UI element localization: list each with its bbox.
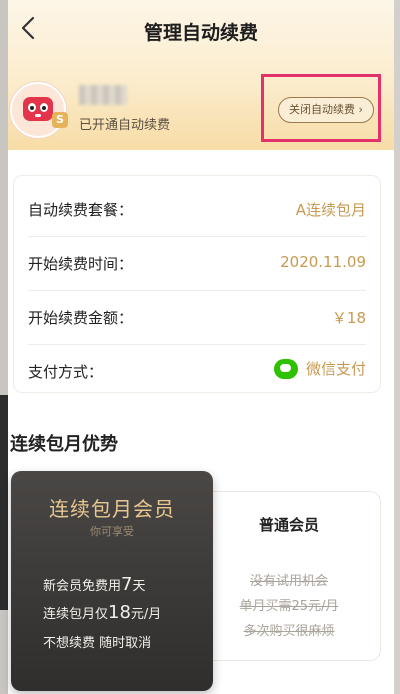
plan-value: A连续包月 [295,201,366,219]
right-edge-frame [394,0,400,694]
avatar [10,82,66,138]
normal-member-item: 多次购买很麻烦 [243,624,335,639]
cancel-auto-renew-button[interactable]: 关闭自动续费 › [278,97,374,123]
left-edge-frame [0,0,8,694]
amount-label: 开始续费金额： [28,309,134,327]
detail-row-plan: 自动续费套餐： A连续包月 [28,182,366,237]
start-date-label: 开始续费时间： [28,255,134,273]
vip-badge-icon: S [52,112,68,128]
plan-label: 自动续费套餐： [28,201,134,219]
detail-row-start-date: 开始续费时间： 2020.11.09 [28,236,366,291]
left-edge-dark-strip [0,395,8,610]
continuous-monthly-vip-card: 连续包月会员 你可享受 新会员免费用7天 连续包月仅18元/月 不想续费 随时取… [11,471,213,691]
vip-benefit-price: 连续包月仅18元/月 [43,602,162,623]
subscription-status: 已开通自动续费 [79,118,171,133]
detail-row-amount: 开始续费金额： ￥18 [28,290,366,345]
payment-value: 微信支付 [305,360,366,378]
wechat-pay-icon [273,358,298,379]
normal-member-title: 普通会员 [258,516,319,534]
payment-label: 支付方式： [28,363,104,381]
vip-card-subtitle: 你可享受 [90,525,134,538]
subscription-details-card: 自动续费套餐： A连续包月 开始续费时间： 2020.11.09 开始续费金额：… [14,176,380,392]
normal-member-item: 单月买需25元/月 [239,599,339,614]
vip-card-title: 连续包月会员 [49,497,175,521]
advantages-section-title: 连续包月优势 [10,434,118,455]
username-blurred [79,85,127,105]
amount-value: ￥18 [331,309,366,327]
mascot-face-icon [23,97,53,121]
vip-benefit-free-trial: 新会员免费用7天 [43,574,146,595]
normal-member-card: 普通会员 没有试用机会 单月买需25元/月 多次购买很麻烦 [198,492,380,660]
payment-method: 微信支付 [273,358,366,379]
start-date-value: 2020.11.09 [280,253,366,271]
detail-row-payment: 支付方式： 微信支付 [28,344,366,398]
normal-member-item: 没有试用机会 [249,574,328,589]
page-title: 管理自动续费 [143,22,258,44]
vip-benefit-cancel: 不想续费 随时取消 [43,636,152,651]
